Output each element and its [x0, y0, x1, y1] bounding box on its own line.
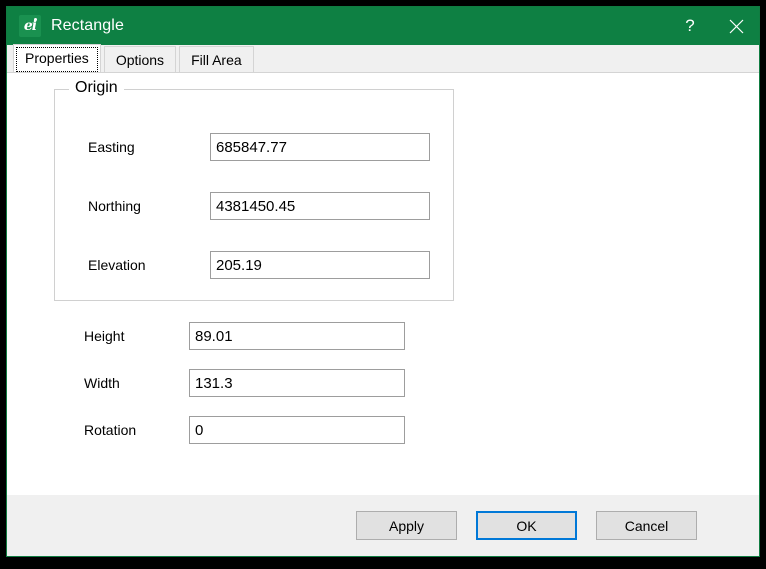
northing-label: Northing	[88, 198, 198, 214]
close-button[interactable]	[713, 7, 759, 45]
tab-options[interactable]: Options	[104, 46, 176, 72]
tab-strip: Properties Options Fill Area	[7, 45, 759, 73]
title-bar: ei Rectangle ?	[7, 7, 759, 45]
help-button[interactable]: ?	[667, 7, 713, 45]
tab-fill-area-label: Fill Area	[191, 52, 242, 68]
tab-properties-label: Properties	[25, 50, 89, 66]
window-title: Rectangle	[51, 17, 124, 35]
origin-group-box: Origin Easting Northing Elevation	[54, 89, 454, 301]
tab-fill-area[interactable]: Fill Area	[179, 46, 254, 72]
height-input[interactable]	[189, 322, 405, 350]
cancel-button[interactable]: Cancel	[596, 511, 697, 540]
rotation-label: Rotation	[84, 422, 189, 438]
width-label: Width	[84, 375, 189, 391]
title-bar-controls: ?	[667, 7, 759, 45]
width-input[interactable]	[189, 369, 405, 397]
dialog-window: ei Rectangle ? Properties Options Fill A…	[6, 6, 760, 557]
easting-label: Easting	[88, 139, 198, 155]
field-row-easting: Easting	[88, 133, 430, 161]
tab-options-label: Options	[116, 52, 164, 68]
field-row-northing: Northing	[88, 192, 430, 220]
elevation-input[interactable]	[210, 251, 430, 279]
northing-input[interactable]	[210, 192, 430, 220]
height-label: Height	[84, 328, 189, 344]
rotation-input[interactable]	[189, 416, 405, 444]
app-logo-icon: ei	[19, 15, 41, 37]
apply-button[interactable]: Apply	[356, 511, 457, 540]
easting-input[interactable]	[210, 133, 430, 161]
ok-button[interactable]: OK	[476, 511, 577, 540]
tab-properties[interactable]: Properties	[13, 44, 101, 72]
origin-group-label: Origin	[69, 79, 124, 97]
field-row-width: Width	[84, 369, 405, 397]
tab-content-properties: Origin Easting Northing Elevation Height…	[7, 73, 759, 494]
field-row-rotation: Rotation	[84, 416, 405, 444]
field-row-elevation: Elevation	[88, 251, 430, 279]
field-row-height: Height	[84, 322, 405, 350]
dialog-button-bar: Apply OK Cancel	[7, 494, 759, 556]
elevation-label: Elevation	[88, 257, 198, 273]
